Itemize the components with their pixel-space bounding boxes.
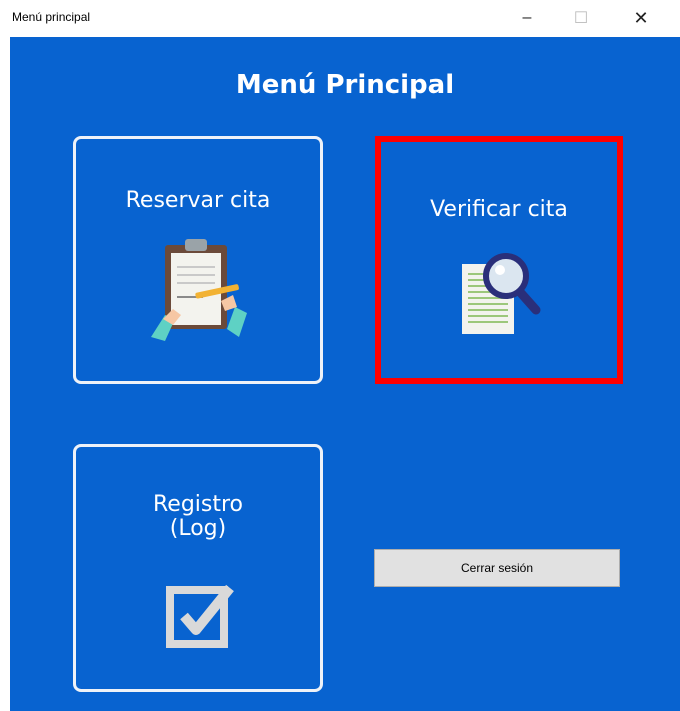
verificar-cita-label: Verificar cita <box>430 197 568 222</box>
cerrar-sesion-button[interactable]: Cerrar sesión <box>374 549 620 587</box>
window-title: Menú principal <box>12 10 91 24</box>
window-titlebar: Menú principal – ☐ ✕ <box>0 0 680 36</box>
registro-log-button[interactable]: Registro (Log) <box>73 444 323 692</box>
clipboard-writing-icon <box>151 239 247 341</box>
registro-label-line1: Registro <box>152 492 244 517</box>
reservar-cita-label: Reservar cita <box>125 188 271 213</box>
minimize-button[interactable]: – <box>504 0 550 36</box>
main-menu-panel: Menú Principal Reservar cita Verificar c… <box>10 37 680 711</box>
document-search-icon <box>462 253 541 334</box>
maximize-button[interactable]: ☐ <box>558 0 604 36</box>
reservar-cita-button[interactable]: Reservar cita <box>73 136 323 384</box>
registro-label-line2: (Log) <box>169 516 227 541</box>
page-title: Menú Principal <box>235 70 455 100</box>
close-button[interactable]: ✕ <box>618 0 664 36</box>
verificar-cita-button[interactable]: Verificar cita <box>375 136 623 384</box>
checkbox-checked-icon <box>166 584 234 648</box>
